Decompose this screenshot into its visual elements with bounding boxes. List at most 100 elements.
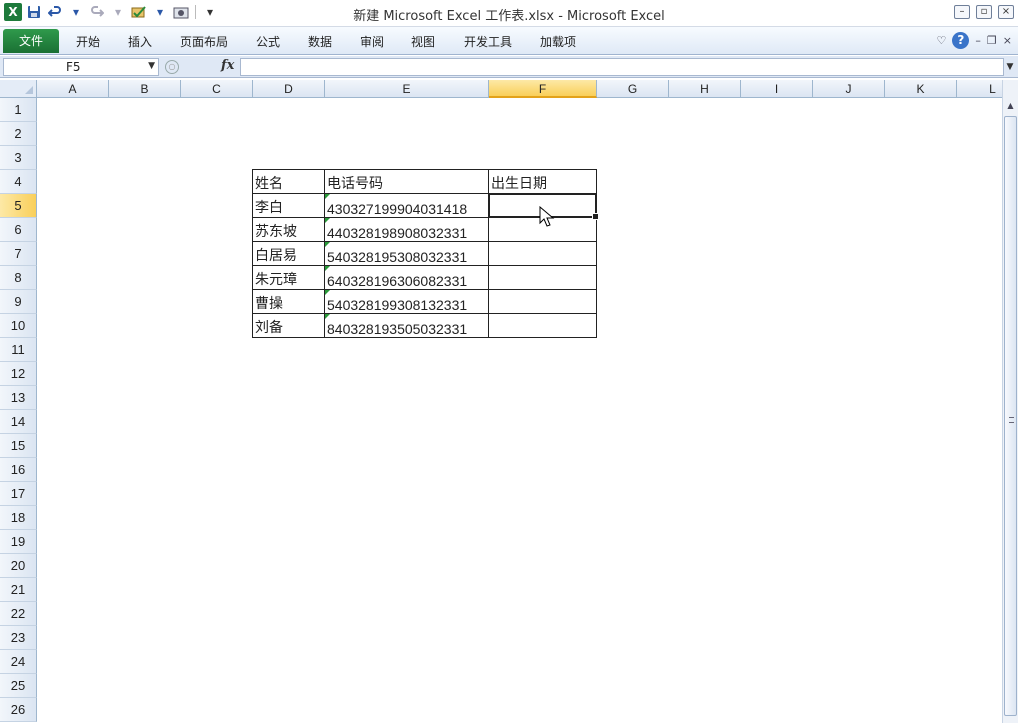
column-headers: A B C D E F G H I J K L bbox=[37, 80, 1002, 98]
name-cell[interactable]: 曹操 bbox=[252, 289, 325, 314]
column-header-e[interactable]: E bbox=[325, 80, 489, 98]
name-cell[interactable]: 白居易 bbox=[252, 241, 325, 266]
column-header-g[interactable]: G bbox=[597, 80, 669, 98]
name-box-value: F5 bbox=[66, 60, 81, 74]
tab-page-layout[interactable]: 页面布局 bbox=[180, 33, 228, 50]
tab-addins[interactable]: 加载项 bbox=[540, 33, 576, 50]
phone-cell[interactable]: 540328199308132331 bbox=[324, 289, 489, 314]
help-icon[interactable]: ? bbox=[952, 32, 970, 49]
column-header-d[interactable]: D bbox=[253, 80, 325, 98]
tab-file[interactable]: 文件 bbox=[3, 29, 59, 53]
table-row: 刘备 840328193505032331 bbox=[252, 313, 597, 338]
mouse-pointer-icon bbox=[539, 206, 555, 227]
name-cell[interactable]: 李白 bbox=[252, 193, 325, 218]
phone-cell[interactable]: 640328196306082331 bbox=[324, 265, 489, 290]
chevron-down-icon[interactable]: ▼ bbox=[148, 61, 155, 71]
formula-input[interactable] bbox=[240, 58, 1004, 76]
column-header-c[interactable]: C bbox=[181, 80, 253, 98]
column-header-i[interactable]: I bbox=[741, 80, 813, 98]
row-header[interactable]: 19 bbox=[0, 530, 37, 554]
scroll-up-icon[interactable]: ▲ bbox=[1004, 98, 1017, 114]
tab-data[interactable]: 数据 bbox=[308, 33, 332, 50]
grip-icon bbox=[1009, 417, 1014, 423]
column-header-b[interactable]: B bbox=[109, 80, 181, 98]
header-cell-birthdate[interactable]: 出生日期 bbox=[488, 169, 597, 194]
scrollbar-thumb[interactable] bbox=[1004, 116, 1017, 716]
birthdate-cell[interactable] bbox=[488, 313, 597, 338]
row-header[interactable]: 4 bbox=[0, 170, 37, 194]
workbook-minimize-icon[interactable]: – bbox=[975, 34, 981, 47]
column-header-f[interactable]: F bbox=[489, 80, 597, 98]
row-header[interactable]: 20 bbox=[0, 554, 37, 578]
phone-cell[interactable]: 430327199904031418 bbox=[324, 193, 489, 218]
row-header[interactable]: 1 bbox=[0, 98, 37, 122]
row-header[interactable]: 22 bbox=[0, 602, 37, 626]
column-header-a[interactable]: A bbox=[37, 80, 109, 98]
workbook-close-icon[interactable]: × bbox=[1003, 34, 1012, 47]
row-header[interactable]: 13 bbox=[0, 386, 37, 410]
row-header[interactable]: 18 bbox=[0, 506, 37, 530]
row-header[interactable]: 3 bbox=[0, 146, 37, 170]
minimize-icon[interactable]: – bbox=[954, 5, 970, 19]
name-cell[interactable]: 刘备 bbox=[252, 313, 325, 338]
window-controls: – ▫ × bbox=[954, 5, 1014, 19]
table-row: 朱元璋 640328196306082331 bbox=[252, 265, 597, 290]
phone-cell[interactable]: 540328195308032331 bbox=[324, 241, 489, 266]
row-header[interactable]: 14 bbox=[0, 410, 37, 434]
tab-developer[interactable]: 开发工具 bbox=[464, 33, 512, 50]
ribbon-minimize-icon[interactable]: ♡ bbox=[937, 34, 947, 47]
row-header[interactable]: 8 bbox=[0, 266, 37, 290]
tab-formulas[interactable]: 公式 bbox=[256, 33, 280, 50]
formula-buttons: ○ fx bbox=[163, 58, 238, 76]
row-header[interactable]: 26 bbox=[0, 698, 37, 722]
name-cell[interactable]: 朱元璋 bbox=[252, 265, 325, 290]
tab-insert[interactable]: 插入 bbox=[128, 33, 152, 50]
column-header-l[interactable]: L bbox=[957, 80, 1002, 98]
expand-formula-icon[interactable]: ▼ bbox=[1004, 58, 1016, 76]
header-cell-name[interactable]: 姓名 bbox=[252, 169, 325, 194]
row-header[interactable]: 25 bbox=[0, 674, 37, 698]
tab-view[interactable]: 视图 bbox=[411, 33, 435, 50]
birthdate-cell[interactable] bbox=[488, 241, 597, 266]
column-header-j[interactable]: J bbox=[813, 80, 885, 98]
formula-bar: F5 ▼ ○ fx ▼ bbox=[0, 56, 1018, 78]
column-header-h[interactable]: H bbox=[669, 80, 741, 98]
row-header[interactable]: 12 bbox=[0, 362, 37, 386]
close-icon[interactable]: × bbox=[998, 5, 1014, 19]
table-row: 曹操 540328199308132331 bbox=[252, 289, 597, 314]
row-header[interactable]: 24 bbox=[0, 650, 37, 674]
phone-cell[interactable]: 440328198908032331 bbox=[324, 217, 489, 242]
tab-review[interactable]: 审阅 bbox=[360, 33, 384, 50]
birthdate-cell[interactable] bbox=[488, 265, 597, 290]
ribbon-right-controls: ♡ ? – ❐ × bbox=[937, 32, 1012, 49]
vertical-scrollbar[interactable]: ▲ bbox=[1002, 80, 1018, 723]
table-header-row: 姓名 电话号码 出生日期 bbox=[252, 169, 597, 194]
row-header-selected[interactable]: 5 bbox=[0, 194, 37, 218]
row-header[interactable]: 10 bbox=[0, 314, 37, 338]
row-header[interactable]: 21 bbox=[0, 578, 37, 602]
row-header[interactable]: 23 bbox=[0, 626, 37, 650]
name-cell[interactable]: 苏东坡 bbox=[252, 217, 325, 242]
workbook-restore-icon[interactable]: ❐ bbox=[987, 34, 997, 47]
phone-cell[interactable]: 840328193505032331 bbox=[324, 313, 489, 338]
tab-home[interactable]: 开始 bbox=[76, 33, 100, 50]
header-cell-phone[interactable]: 电话号码 bbox=[324, 169, 489, 194]
row-header[interactable]: 17 bbox=[0, 482, 37, 506]
cancel-icon[interactable]: ○ bbox=[165, 60, 179, 74]
row-header[interactable]: 9 bbox=[0, 290, 37, 314]
birthdate-cell[interactable] bbox=[488, 289, 597, 314]
row-header[interactable]: 6 bbox=[0, 218, 37, 242]
restore-icon[interactable]: ▫ bbox=[976, 5, 992, 19]
worksheet-grid[interactable]: A B C D E F G H I J K L 1 2 3 4 5 6 7 8 … bbox=[0, 80, 1002, 723]
data-table: 姓名 电话号码 出生日期 李白 430327199904031418 苏东坡 4… bbox=[252, 169, 597, 338]
row-header[interactable]: 7 bbox=[0, 242, 37, 266]
row-header[interactable]: 16 bbox=[0, 458, 37, 482]
row-header[interactable]: 2 bbox=[0, 122, 37, 146]
row-header[interactable]: 15 bbox=[0, 434, 37, 458]
row-header[interactable]: 11 bbox=[0, 338, 37, 362]
column-header-k[interactable]: K bbox=[885, 80, 957, 98]
name-box[interactable]: F5 ▼ bbox=[3, 58, 159, 76]
select-all-corner[interactable] bbox=[0, 80, 37, 98]
row-headers: 1 2 3 4 5 6 7 8 9 10 11 12 13 14 15 16 1… bbox=[0, 98, 37, 722]
insert-function-icon[interactable]: fx bbox=[221, 58, 234, 73]
